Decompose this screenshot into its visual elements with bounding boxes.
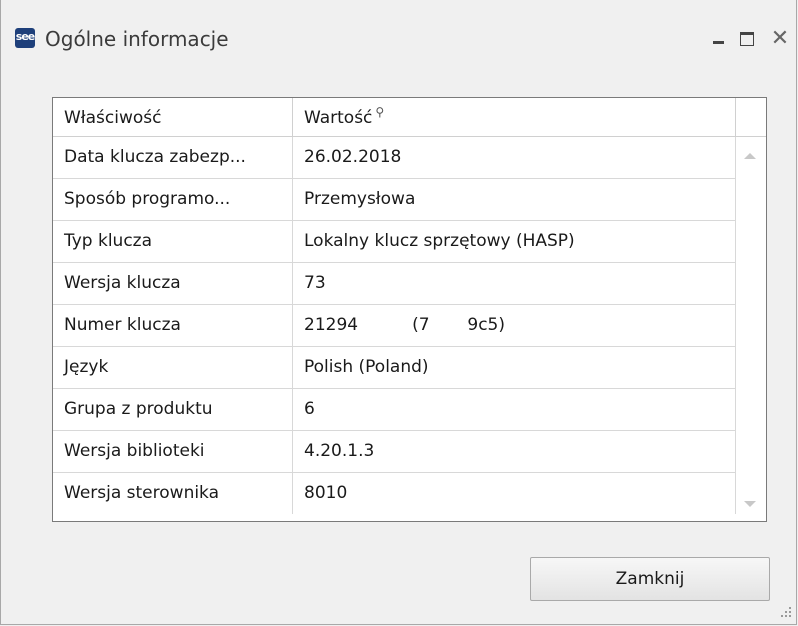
maximize-button[interactable] — [737, 28, 759, 50]
column-header-property[interactable]: Właściwość — [53, 98, 293, 136]
scroll-up-arrow-icon[interactable] — [744, 153, 756, 159]
property-cell: Wersja biblioteki — [53, 431, 293, 472]
minimize-icon — [713, 41, 724, 44]
value-cell: 4.20.1.3 — [293, 431, 736, 472]
table-row[interactable]: Data klucza zabezp... 26.02.2018 — [53, 137, 736, 179]
title-bar: see Ogólne informacje ✕ — [1, 0, 796, 58]
value-cell: 73 — [293, 263, 736, 304]
property-cell: Sposób programo... — [53, 179, 293, 220]
property-cell: Wersja sterownika — [53, 473, 293, 514]
table-row[interactable]: Numer klucza 21294 (7 9c5) — [53, 305, 736, 347]
table-row[interactable]: Typ klucza Lokalny klucz sprzętowy (HASP… — [53, 221, 736, 263]
grid-rows: Data klucza zabezp... 26.02.2018 Sposób … — [53, 137, 736, 515]
value-cell: Przemysłowa — [293, 179, 736, 220]
table-row[interactable]: Sposób programo... Przemysłowa — [53, 179, 736, 221]
property-cell: Data klucza zabezp... — [53, 137, 293, 178]
value-cell: Lokalny klucz sprzętowy (HASP) — [293, 221, 736, 262]
value-cell: 8010 — [293, 473, 736, 514]
property-cell: Grupa z produktu — [53, 389, 293, 430]
dialog-window: see Ogólne informacje ✕ Właściwość Warto… — [0, 0, 797, 625]
minimize-button[interactable] — [708, 28, 730, 50]
value-cell: Polish (Poland) — [293, 347, 736, 388]
value-cell: 21294 (7 9c5) — [293, 305, 736, 346]
value-cell: 6 — [293, 389, 736, 430]
table-row[interactable]: Grupa z produktu 6 — [53, 389, 736, 431]
close-icon: ✕ — [770, 26, 790, 51]
column-header-label: Właściwość — [64, 108, 162, 128]
value-cell: 26.02.2018 — [293, 137, 736, 178]
table-row[interactable]: Wersja klucza 73 — [53, 263, 736, 305]
window-title: Ogólne informacje — [45, 27, 229, 51]
property-cell: Typ klucza — [53, 221, 293, 262]
table-row[interactable]: Wersja biblioteki 4.20.1.3 — [53, 431, 736, 473]
close-button[interactable]: Zamknij — [530, 557, 770, 601]
grid-header: Właściwość Wartość ⚲ — [53, 98, 766, 137]
table-row[interactable]: Wersja sterownika 8010 — [53, 473, 736, 515]
column-header-label: Wartość — [304, 108, 373, 128]
scroll-down-arrow-icon[interactable] — [744, 501, 756, 507]
filter-icon[interactable]: ⚲ — [375, 92, 384, 132]
close-window-button[interactable]: ✕ — [769, 28, 791, 50]
table-row[interactable]: Język Polish (Poland) — [53, 347, 736, 389]
maximize-icon — [740, 32, 754, 46]
column-header-value[interactable]: Wartość ⚲ — [293, 98, 736, 136]
properties-grid: Właściwość Wartość ⚲ Data klucza zabezp..… — [52, 97, 767, 522]
vertical-scrollbar[interactable] — [736, 137, 766, 521]
app-logo-icon: see — [15, 28, 35, 48]
property-cell: Wersja klucza — [53, 263, 293, 304]
property-cell: Język — [53, 347, 293, 388]
property-cell: Numer klucza — [53, 305, 293, 346]
resize-grip-icon[interactable] — [777, 605, 793, 621]
